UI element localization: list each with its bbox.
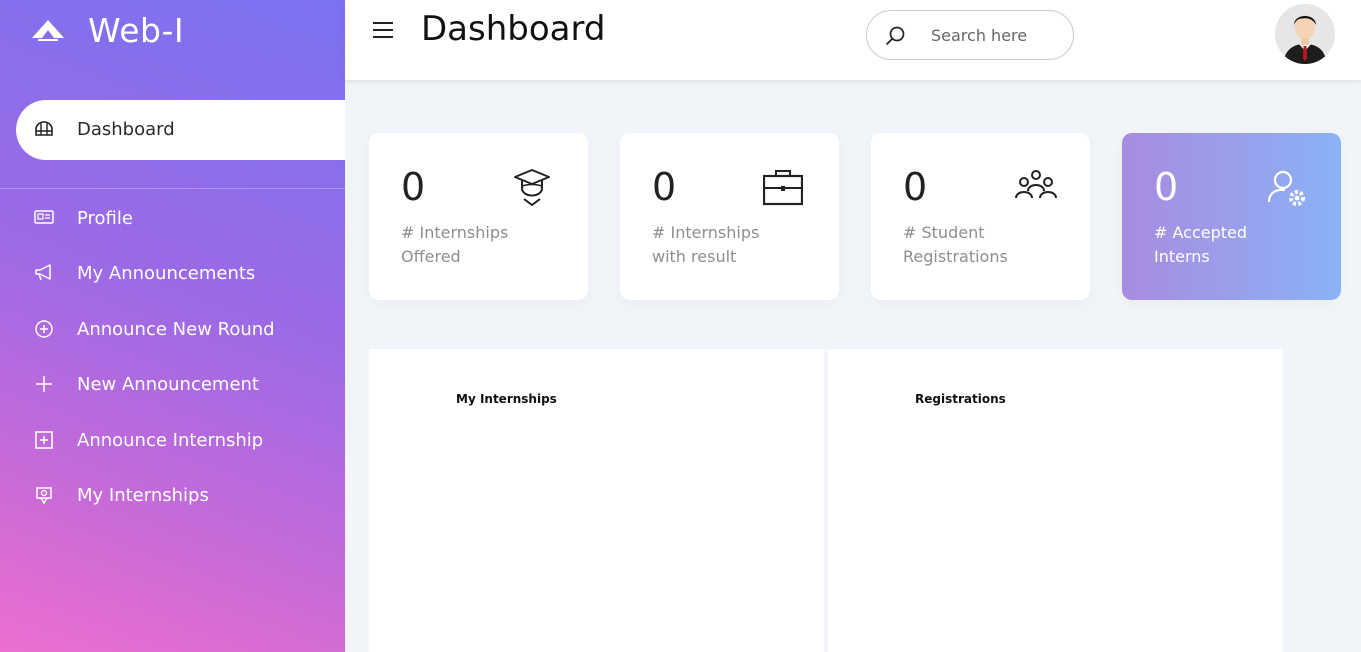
sidebar-item-label: My Announcements [77,263,256,284]
sidebar: Web-I Dashboard Profile My Announcements… [0,0,345,652]
sidebar-item-my-announcements[interactable]: My Announcements [0,254,345,294]
brand-name: Web-I [88,10,185,50]
sidebar-item-my-internships[interactable]: My Internships [0,476,345,516]
top-header: Dashboard [345,0,1361,80]
sidebar-item-new-announcement[interactable]: New Announcement [0,365,345,405]
id-card-icon [34,210,54,224]
sidebar-item-label: Announce New Round [77,319,275,340]
stat-label: # Student Registrations [903,223,1008,266]
stat-label: # Accepted Interns [1154,223,1248,266]
search-icon[interactable] [885,25,907,47]
stat-card-accepted-interns[interactable]: 0 # Accepted Interns [1122,133,1341,300]
search-box[interactable] [866,10,1074,60]
stat-card-internships-offered[interactable]: 0 # Internships Offered [369,133,588,300]
panel-my-internships: My Internships [369,349,824,652]
stat-count: 0 [652,165,677,209]
plus-circle-icon [35,320,53,338]
briefcase-icon [763,170,803,206]
group-icon [1015,170,1057,199]
panel-title: My Internships [456,392,557,406]
dashboard-icon [35,121,53,136]
stat-count: 0 [903,165,928,209]
sidebar-item-announce-new-round[interactable]: Announce New Round [0,310,345,350]
sidebar-item-profile[interactable]: Profile [0,199,345,239]
sidebar-item-label: New Announcement [77,374,259,395]
sidebar-item-announce-internship[interactable]: Announce Internship [0,421,345,461]
sidebar-item-dashboard[interactable]: Dashboard [16,100,345,160]
panel-registrations: Registrations [828,349,1283,652]
panel-title: Registrations [915,392,1006,406]
stat-count: 0 [401,165,426,209]
user-gear-icon [1267,170,1305,206]
sidebar-item-label: Profile [77,208,133,229]
sidebar-divider [0,188,345,189]
megaphone-icon [35,264,51,281]
stat-label: # Internships with result [652,223,760,266]
stat-card-student-registrations[interactable]: 0 # Student Registrations [871,133,1090,300]
user-avatar-icon [1275,4,1335,64]
menu-toggle-icon[interactable] [372,20,394,40]
avatar[interactable] [1275,4,1335,64]
stat-label: # Internships Offered [401,223,509,266]
search-input[interactable] [931,24,1061,46]
plus-icon [36,376,52,392]
plus-square-icon [35,431,53,449]
sidebar-item-label: Dashboard [77,119,175,140]
stat-card-internships-with-result[interactable]: 0 # Internships with result [620,133,839,300]
stat-count: 0 [1154,165,1179,209]
internship-badge-icon [36,487,52,505]
graduate-icon [514,169,550,207]
sidebar-item-label: Announce Internship [77,430,264,451]
brand[interactable]: Web-I [30,8,184,52]
brand-logo-icon [32,20,64,41]
sidebar-item-label: My Internships [77,485,209,506]
page-title: Dashboard [421,9,606,49]
